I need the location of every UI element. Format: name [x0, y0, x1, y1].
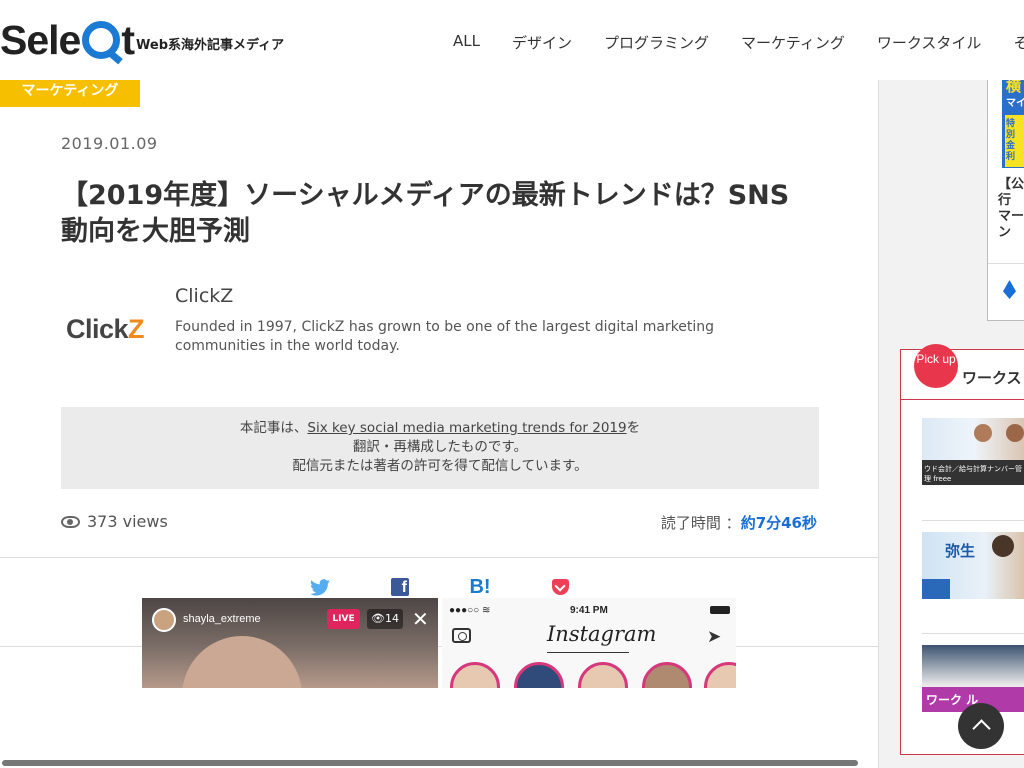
- story-ring: [514, 662, 564, 688]
- notice-prefix: 本記事は、: [239, 420, 308, 436]
- ad-yellow-text: 特別金利: [1006, 119, 1016, 162]
- divider: [901, 399, 1024, 400]
- pickup-badge: Pick up: [914, 344, 958, 388]
- pickup-thumbnail-2[interactable]: 弥生: [922, 532, 1024, 599]
- eye-icon: [61, 515, 80, 528]
- camera-icon: [452, 628, 471, 643]
- instagram-wordmark: Instagram: [547, 622, 657, 646]
- phone-time: 9:41 PM: [570, 605, 608, 616]
- battery-icon: [710, 606, 730, 614]
- instagram-live-screenshot: shayla_extreme LIVE 👁14 ✕: [142, 598, 438, 688]
- nav-item-workstyle[interactable]: ワークスタイル: [877, 32, 982, 53]
- instagram-feed-screenshot: ●●●○○ ≋ 9:41 PM Instagram ➤: [442, 598, 736, 688]
- logo-wordmark: Sele t: [0, 16, 135, 63]
- main-nav: ALL デザイン プログラミング マーケティング ワークスタイル そ: [453, 32, 1024, 53]
- person-photo: [1006, 424, 1024, 442]
- article-title: 【2019年度】ソーシャルメディアの最新トレンドは？SNS動向を大胆予測: [61, 180, 790, 247]
- facebook-icon-wrap: f: [360, 576, 440, 598]
- pickup-box: Pick up ワークス ウド会計／給与計算ナンバー管理 freee 弥生 ワー…: [900, 344, 1024, 755]
- horizontal-scrollbar[interactable]: [0, 758, 862, 766]
- pickup-thumbnail-1[interactable]: ウド会計／給与計算ナンバー管理 freee: [922, 418, 1024, 485]
- story-ring: [642, 662, 692, 688]
- divider: [922, 633, 1024, 634]
- story-ring: [578, 662, 628, 688]
- ad-caption: 【公行 マーン: [998, 177, 1024, 240]
- thumb-caption: ウド会計／給与計算ナンバー管理 freee: [924, 465, 1022, 483]
- category-badge[interactable]: マーケティング: [0, 80, 140, 107]
- story-ring: [704, 662, 736, 688]
- nav-item-programming[interactable]: プログラミング: [604, 32, 709, 53]
- phone-status-bar: ●●●○○ ≋ 9:41 PM: [442, 605, 736, 617]
- article-hero-image: shayla_extreme LIVE 👁14 ✕ ●●●○○ ≋ 9:41 P…: [142, 598, 736, 688]
- author-logo: ClickZ: [66, 314, 145, 345]
- scrollbar-thumb[interactable]: [2, 760, 858, 766]
- read-time-value: 約7分46秒: [740, 514, 817, 532]
- read-time-label: 読了時間 ：: [660, 514, 741, 532]
- live-badge: LIVE: [327, 609, 360, 629]
- person-photo: [974, 424, 992, 442]
- scroll-to-top-button[interactable]: [958, 703, 1004, 749]
- author-logo-z: Z: [128, 314, 145, 344]
- divider: [922, 520, 1024, 521]
- story-username: shayla_extreme: [183, 613, 261, 625]
- site-tagline: Web系海外記事メディア: [136, 38, 285, 53]
- source-notice: 本記事は、Six key social media marketing tren…: [61, 407, 819, 489]
- pocket-icon-wrap: [520, 576, 600, 598]
- nav-item-other[interactable]: そ: [1013, 32, 1024, 53]
- ad-logo-icon: [1003, 280, 1016, 299]
- ad-subline: マイ: [1006, 98, 1024, 109]
- notice-line-1: 本記事は、Six key social media marketing tren…: [61, 419, 819, 438]
- pocket-icon: [551, 579, 569, 595]
- thumb-caption: 弥生: [945, 542, 976, 560]
- viewer-count-badge: 👁14: [367, 609, 403, 629]
- pickup-thumbnail-3[interactable]: ワーク ル: [922, 645, 1024, 712]
- notice-line-3: 配信元または著者の許可を得て配信しています。: [292, 458, 588, 474]
- ad-banner-image: 横 マイ 特別金利: [1002, 71, 1024, 168]
- send-icon: ➤: [707, 627, 722, 647]
- author-bio: Founded in 1997, ClickZ has grown to be …: [175, 319, 715, 354]
- view-count: 373 views: [61, 512, 168, 531]
- notice-line-2: 翻訳・再構成したものです。: [352, 439, 528, 455]
- story-ring: [450, 662, 500, 688]
- twitter-icon: [280, 576, 360, 598]
- view-count-text: 373 views: [87, 512, 168, 531]
- divider: [988, 263, 1024, 264]
- sidebar-ad[interactable]: 横 マイ 特別金利 【公行 マーン: [987, 70, 1024, 321]
- person-photo: [992, 535, 1014, 557]
- divider: [547, 652, 629, 653]
- close-icon: ✕: [412, 607, 429, 631]
- article-date: 2019.01.09: [61, 134, 158, 153]
- nav-item-marketing[interactable]: マーケティング: [741, 32, 845, 53]
- nav-item-all[interactable]: ALL: [453, 32, 480, 53]
- facebook-icon: f: [391, 578, 409, 596]
- source-link[interactable]: Six key social media marketing trends fo…: [307, 420, 626, 436]
- author-logo-text: Click: [66, 314, 129, 344]
- read-time: 読了時間 ：約7分46秒: [661, 512, 817, 533]
- signal-icon: ●●●○○ ≋: [449, 605, 491, 616]
- thumb-caption-bar: [922, 579, 950, 599]
- site-header: Sele t Web系海外記事メディア ALL デザイン プログラミング マーケテ…: [0, 0, 1024, 80]
- viewer-count: 14: [384, 612, 399, 625]
- divider: [0, 557, 879, 558]
- site-logo[interactable]: Sele t: [0, 16, 135, 64]
- pickup-title: ワークス: [962, 369, 1022, 387]
- hatena-icon: B!: [469, 575, 491, 598]
- notice-suffix: を: [626, 420, 641, 436]
- hatena-icon-wrap: B!: [440, 576, 520, 598]
- logo-q-icon: [82, 21, 121, 59]
- face-photo: [182, 636, 302, 688]
- avatar: [152, 608, 176, 632]
- author-name[interactable]: ClickZ: [175, 285, 233, 307]
- nav-item-design[interactable]: デザイン: [512, 32, 572, 53]
